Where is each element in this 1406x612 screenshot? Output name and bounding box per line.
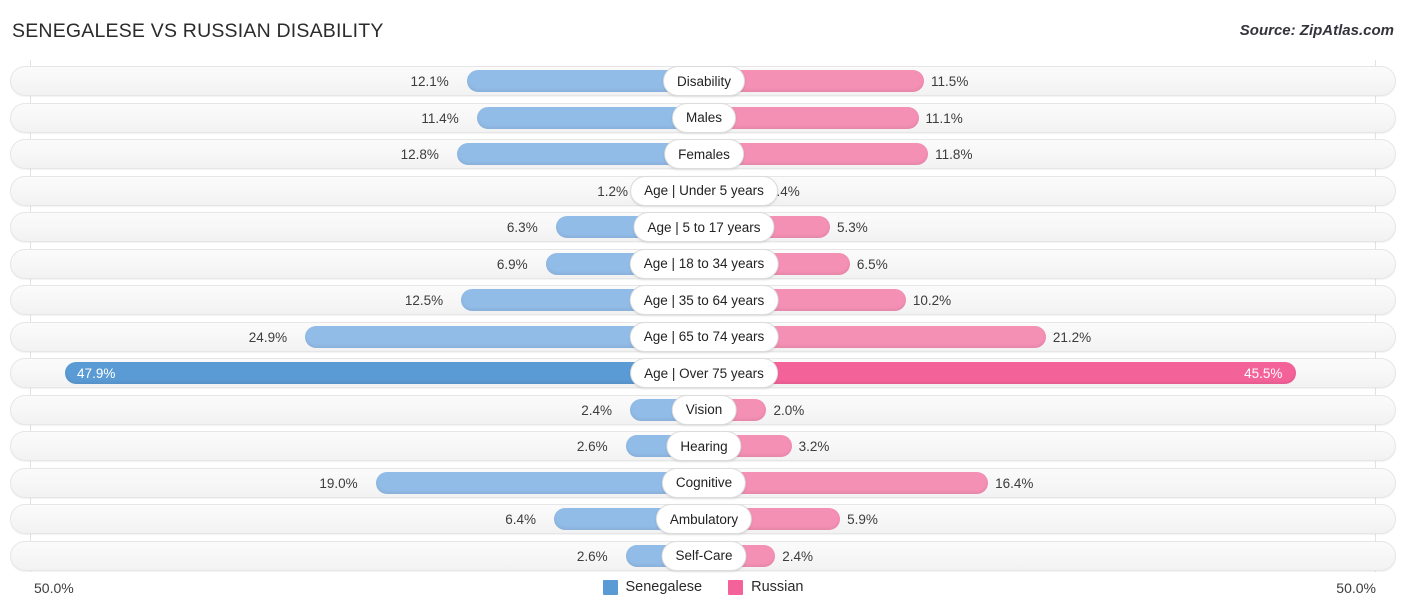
value-label-senegalese: 2.6% — [576, 439, 608, 454]
value-label-russian: 11.1% — [925, 110, 963, 126]
legend-swatch-russian — [728, 579, 744, 595]
source-attribution: Source: ZipAtlas.com — [1239, 22, 1394, 39]
category-label-pill: Females — [664, 139, 744, 169]
legend-label: Senegalese — [625, 579, 703, 595]
value-label-senegalese: 12.5% — [404, 293, 444, 308]
category-label: Self-Care — [675, 548, 733, 563]
chart-row: 12.1% 11.5% Disability — [10, 66, 1396, 96]
value-label-senegalese: 19.0% — [319, 475, 358, 491]
value-label-russian: 2.4% — [782, 548, 813, 564]
value-label-senegalese: 1.2% — [597, 183, 628, 199]
category-label: Cognitive — [675, 475, 733, 490]
value-label-russian: 2.0% — [773, 402, 805, 418]
category-label-pill: Age | 65 to 74 years — [629, 321, 779, 352]
chart-row: 2.4% 2.0% Vision — [10, 394, 1396, 425]
value-label-russian: 11.8% — [935, 147, 973, 162]
value-label-russian: 3.2% — [798, 439, 830, 454]
chart-row: 47.9% 45.5% Age | Over 75 years — [10, 358, 1396, 388]
value-label-russian: 5.3% — [836, 220, 868, 235]
value-label-senegalese: 2.4% — [581, 402, 612, 418]
chart-plot-area: 12.1% 11.5% Disability 11.4% 11.1% Males 12.8%… — [0, 60, 1406, 572]
value-label-senegalese: 24.9% — [248, 329, 288, 345]
category-label: Age | 5 to 17 years — [647, 219, 761, 235]
bar-senegalese — [476, 106, 704, 129]
value-label-russian: 16.4% — [995, 475, 1034, 491]
chart-row: 6.9% 6.5% Age | 18 to 34 years — [10, 248, 1396, 279]
bar-russian — [704, 471, 989, 494]
value-label-senegalese: 12.1% — [410, 74, 449, 89]
bar-russian — [704, 106, 919, 129]
category-label-pill: Hearing — [666, 431, 742, 461]
category-label: Age | 35 to 64 years — [643, 292, 765, 308]
page-title: SENEGALESE VS RUSSIAN DISABILITY — [12, 20, 384, 42]
value-label-russian: 10.2% — [912, 293, 952, 308]
value-label-senegalese: 2.6% — [576, 548, 608, 564]
legend-label: Russian — [751, 579, 804, 595]
category-label-pill: Disability — [662, 66, 746, 96]
chart-row: 6.3% 5.3% Age | 5 to 17 years — [10, 212, 1396, 242]
chart-row: 12.5% 10.2% Age | 35 to 64 years — [10, 285, 1396, 315]
legend-item[interactable]: Russian — [728, 579, 803, 595]
chart-row: 2.6% 3.2% Hearing — [10, 431, 1396, 461]
bar-russian — [704, 362, 1297, 384]
legend-item[interactable]: Senegalese — [602, 579, 703, 595]
category-label: Vision — [685, 402, 723, 417]
category-label-pill: Age | Under 5 years — [630, 175, 778, 206]
chart-row: 1.2% 1.4% Age | Under 5 years — [10, 175, 1396, 206]
value-label-russian: 21.2% — [1052, 329, 1092, 345]
chart-header: SENEGALESE VS RUSSIAN DISABILITY Source:… — [0, 0, 1406, 58]
category-label-pill: Vision — [671, 394, 737, 425]
chart-row: 19.0% 16.4% Cognitive — [10, 467, 1396, 498]
category-label: Males — [685, 110, 723, 125]
value-label-senegalese: 6.3% — [506, 220, 538, 235]
category-label: Age | 18 to 34 years — [643, 256, 765, 271]
category-label-pill: Ambulatory — [655, 504, 753, 534]
chart-row: 11.4% 11.1% Males — [10, 102, 1396, 133]
chart-row: 2.6% 2.4% Self-Care — [10, 540, 1396, 571]
category-label: Disability — [676, 73, 732, 89]
category-label: Hearing — [680, 438, 728, 454]
category-label: Females — [678, 146, 730, 162]
category-label-pill: Age | Over 75 years — [630, 358, 778, 388]
value-label-russian: 45.5% — [1244, 366, 1283, 381]
value-label-senegalese: 12.8% — [400, 147, 439, 162]
category-label: Age | Under 5 years — [644, 183, 764, 198]
value-label-senegalese: 47.9% — [77, 366, 116, 381]
category-label: Age | 65 to 74 years — [643, 329, 765, 344]
value-label-senegalese: 6.4% — [505, 512, 537, 527]
value-label-russian: 6.5% — [856, 256, 888, 272]
category-label-pill: Age | 5 to 17 years — [633, 212, 775, 242]
value-label-russian: 5.9% — [847, 512, 878, 527]
chart-footer: 50.0% 50.0% Senegalese Russian — [0, 574, 1406, 612]
category-label-pill: Age | 35 to 64 years — [629, 285, 779, 315]
chart-row: 24.9% 21.2% Age | 65 to 74 years — [10, 321, 1396, 352]
category-label: Ambulatory — [669, 511, 739, 527]
legend-swatch-senegalese — [602, 579, 618, 595]
category-label-pill: Males — [671, 102, 737, 133]
chart-legend: Senegalese Russian — [0, 579, 1406, 595]
chart-row: 12.8% 11.8% Females — [10, 139, 1396, 169]
category-label-pill: Cognitive — [661, 467, 747, 498]
category-label: Age | Over 75 years — [644, 365, 764, 381]
category-label-pill: Age | 18 to 34 years — [629, 248, 779, 279]
value-label-russian: 11.5% — [931, 74, 969, 89]
bar-senegalese — [65, 362, 704, 384]
value-label-senegalese: 6.9% — [496, 256, 528, 272]
category-label-pill: Self-Care — [661, 540, 747, 571]
value-label-senegalese: 11.4% — [421, 110, 459, 126]
chart-row: 6.4% 5.9% Ambulatory — [10, 504, 1396, 534]
bar-senegalese — [375, 471, 704, 494]
